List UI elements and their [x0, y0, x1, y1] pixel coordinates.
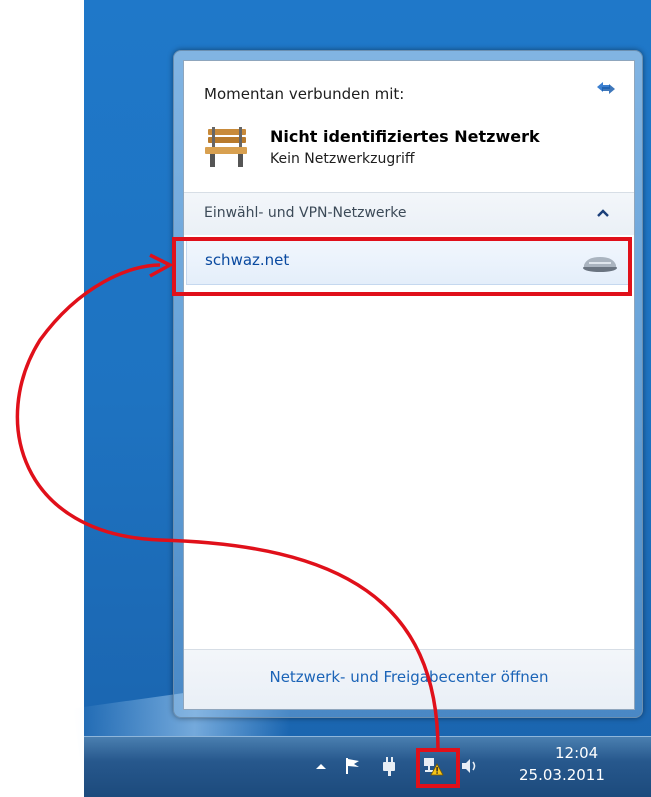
annotation-highlight-network-icon [416, 748, 460, 788]
refresh-icon[interactable] [594, 79, 618, 97]
vpn-section-header[interactable]: Einwähl- und VPN-Netzwerke [184, 193, 634, 235]
clock-time[interactable]: 12:04 [555, 744, 598, 762]
chevron-up-icon[interactable] [596, 207, 610, 219]
image-margin [0, 0, 84, 796]
show-hidden-icons-arrow[interactable] [310, 755, 332, 777]
network-sharing-center-link[interactable]: Netzwerk- und Freigabecenter öffnen [184, 668, 634, 686]
flyout-footer: Netzwerk- und Freigabecenter öffnen [184, 649, 634, 709]
power-plug-icon[interactable] [378, 755, 400, 777]
action-center-flag-icon[interactable] [342, 755, 364, 777]
network-status: Kein Netzwerkzugriff [270, 151, 415, 167]
connected-label: Momentan verbunden mit: [204, 85, 405, 103]
connected-section: Momentan verbunden mit: Nicht identifizi… [184, 61, 634, 191]
clock-date[interactable]: 25.03.2011 [519, 766, 605, 784]
volume-icon[interactable] [458, 755, 480, 777]
vpn-section-title: Einwähl- und VPN-Netzwerke [204, 205, 407, 221]
annotation-highlight-vpn [172, 237, 632, 296]
network-flyout: Momentan verbunden mit: Nicht identifizi… [173, 50, 643, 718]
network-flyout-panel: Momentan verbunden mit: Nicht identifizi… [183, 60, 635, 710]
network-name: Nicht identifiziertes Netzwerk [270, 127, 540, 146]
bench-icon [205, 127, 247, 167]
